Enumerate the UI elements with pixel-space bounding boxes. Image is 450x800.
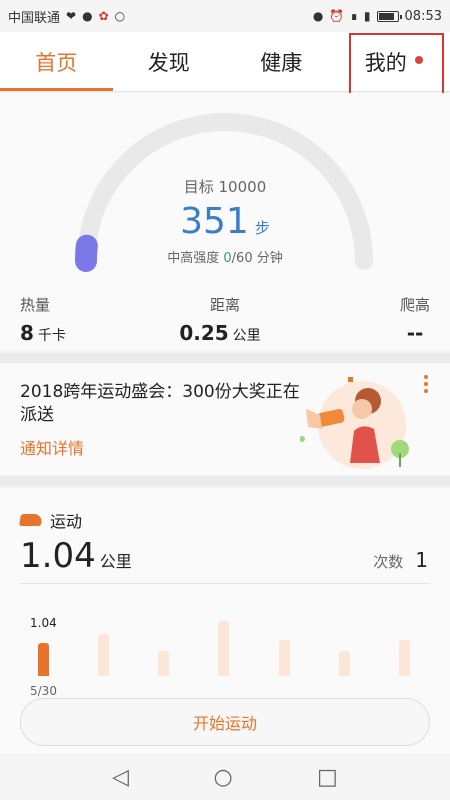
tab-health[interactable]: 健康 (225, 32, 338, 91)
carrier-label: 中国联通 (8, 10, 61, 26)
clock: 08:53 (404, 8, 442, 24)
wifi-icon: ∎ (350, 9, 358, 23)
step-goal-label: 目标 10000 (183, 178, 267, 196)
sport-bar (399, 640, 410, 676)
sport-distance: 1.04 公里 (20, 536, 132, 576)
status-bar: 中国联通 ❤ ● ✿ ○ ● ⏰ ∎ ▮ 08:53 (0, 0, 450, 32)
sport-bar (218, 621, 229, 676)
tab-discover[interactable]: 发现 (113, 32, 226, 91)
stat-climb: 爬高 -- (399, 296, 430, 345)
tab-me[interactable]: 我的 (338, 32, 450, 91)
sport-bar (98, 634, 109, 676)
start-workout-button[interactable]: 开始运动 (20, 698, 430, 746)
sport-separator (20, 583, 430, 584)
sport-bar (158, 651, 169, 676)
huawei-icon: ✿ (98, 9, 109, 23)
tab-home[interactable]: 首页 (0, 32, 113, 91)
stat-distance: 距离 0.25 公里 (179, 296, 261, 345)
back-icon[interactable]: ◁ (112, 765, 129, 790)
sport-count: 次数 1 (373, 548, 428, 572)
sport-bar-chart: 1.04 5/30 (0, 588, 450, 698)
sport-bar (38, 643, 49, 676)
steps-card[interactable]: 目标 10000 351 步 中高强度 0/60 分钟 热量 8 千卡 距离 0.2… (0, 93, 450, 351)
bar-value-label: 1.04 (30, 616, 57, 630)
chat-bubble-icon: ● (82, 9, 93, 23)
intensity-label: 中高强度 0/60 分钟 (167, 251, 283, 266)
promo-card[interactable]: 2018跨年运动盛会：300份大奖正在派送 通知详情 (0, 363, 450, 475)
alarm-icon: ⏰ (329, 9, 345, 23)
promo-title: 2018跨年运动盛会：300份大奖正在派送 (20, 382, 300, 425)
bar-date-label: 5/30 (30, 684, 57, 698)
sport-bar (279, 640, 290, 676)
more-options-icon[interactable] (424, 375, 430, 393)
sport-header: 运动 (18, 508, 82, 532)
battery-icon (376, 10, 402, 22)
promo-details-link[interactable]: 通知详情 (20, 435, 84, 459)
step-count: 351 步 (180, 201, 270, 242)
sport-card[interactable]: 运动 1.04 公里 次数 1 1.04 5/30 开始运动 (0, 488, 450, 754)
heart-wave-icon: ❤ (66, 9, 77, 23)
location-icon: ● (312, 9, 324, 23)
notification-dot (414, 55, 423, 64)
home-icon[interactable]: ○ (213, 765, 232, 790)
woman-megaphone-illustration (300, 377, 409, 469)
top-tab-bar: 首页 发现 健康 我的 (0, 32, 450, 92)
running-shoe-icon (18, 514, 44, 526)
stats-row: 热量 8 千卡 距离 0.25 公里 爬高 -- (0, 294, 450, 346)
system-nav-bar: ◁ ○ □ (0, 754, 450, 800)
section-divider (0, 476, 450, 486)
recents-icon[interactable]: □ (317, 765, 338, 790)
sport-bar (339, 651, 350, 676)
signal-4g-icon: ▮ (363, 9, 371, 23)
section-divider (0, 353, 450, 363)
stat-calories: 热量 8 千卡 (20, 296, 66, 345)
wechat-icon: ○ (114, 9, 126, 23)
